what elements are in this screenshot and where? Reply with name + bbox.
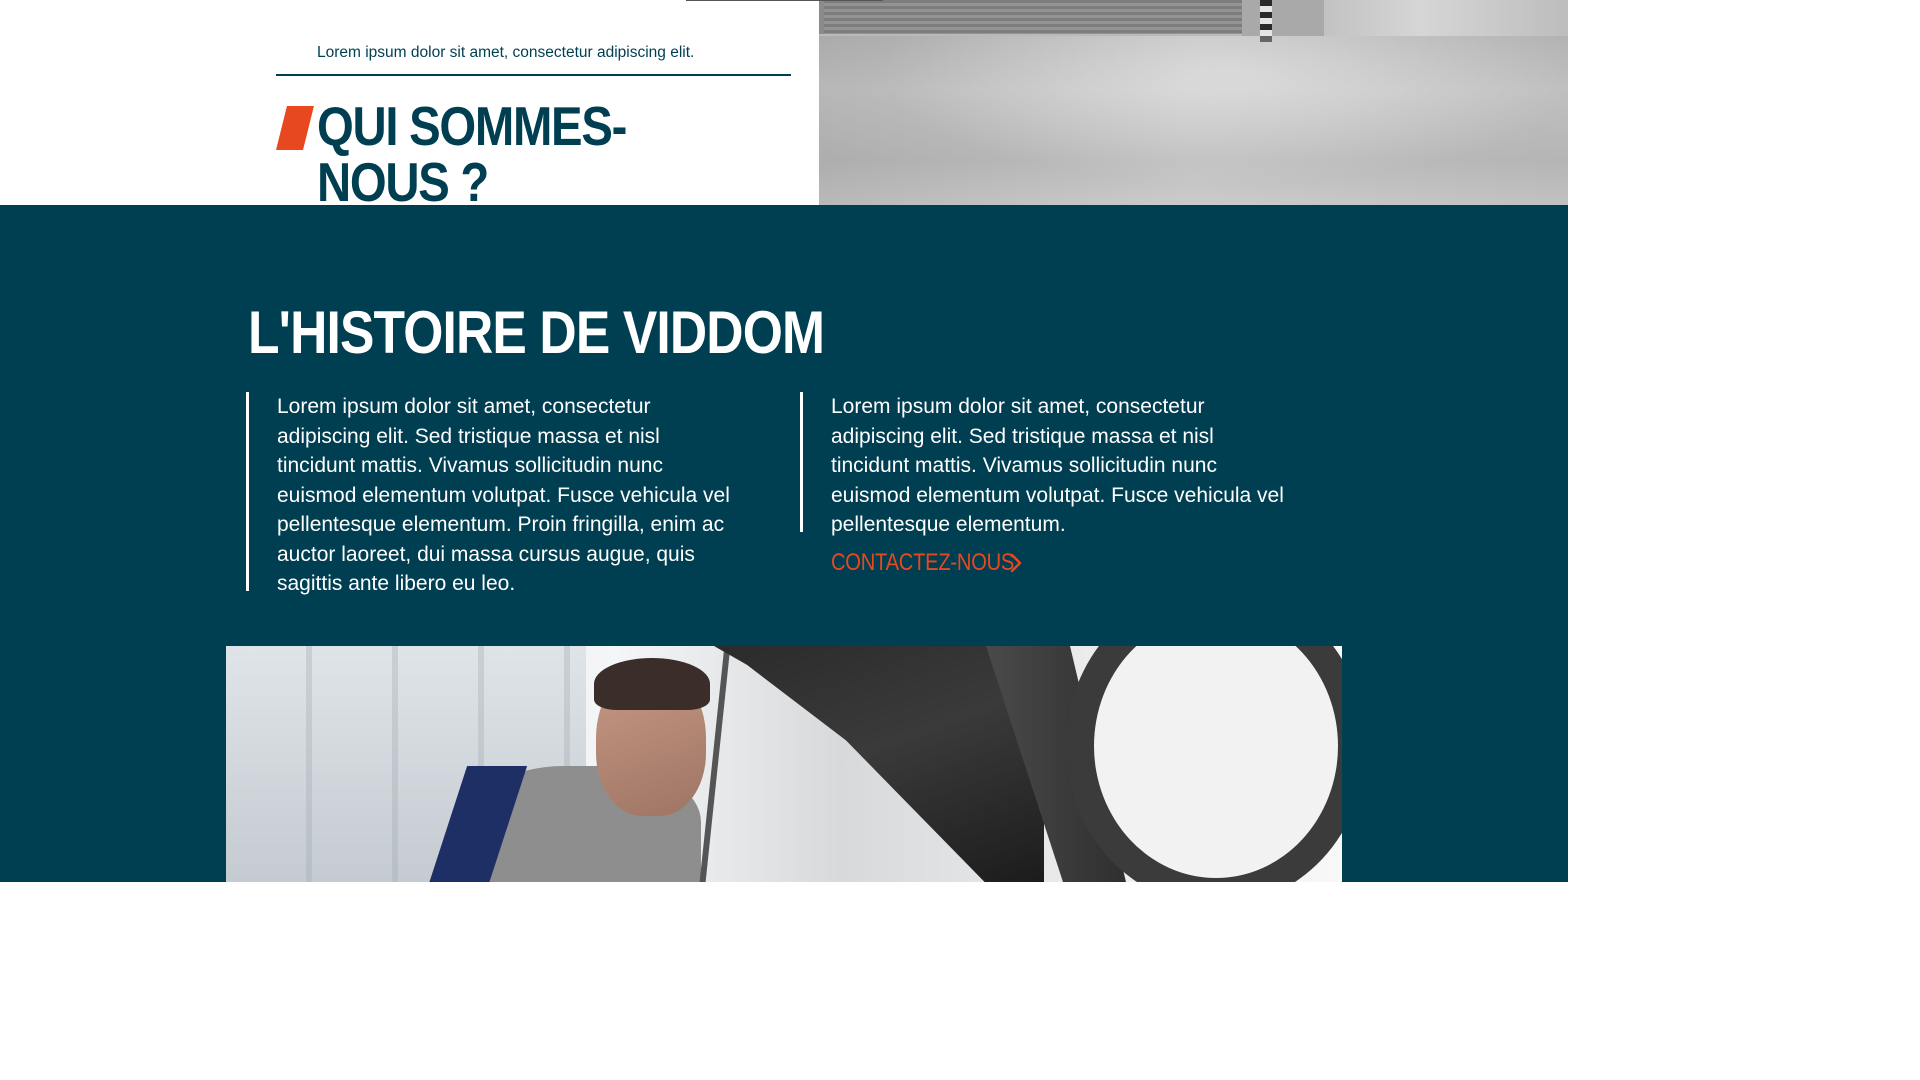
hero-section: Lorem ipsum dolor sit amet, consectetur … bbox=[0, 0, 1568, 205]
story-paragraph-left: Lorem ipsum dolor sit amet, consectetur … bbox=[277, 395, 730, 595]
mechanic-photo bbox=[226, 646, 1342, 882]
wheel-arch-shape bbox=[1066, 646, 1342, 882]
hero-divider bbox=[276, 74, 791, 76]
story-paragraph-right: Lorem ipsum dolor sit amet, consectetur … bbox=[831, 395, 1284, 536]
story-column-right: Lorem ipsum dolor sit amet, consectetur … bbox=[800, 392, 1286, 536]
contact-link[interactable]: CONTACTEZ-NOUS bbox=[831, 549, 1023, 577]
slash-accent-icon bbox=[276, 106, 314, 150]
hero-tagline: Lorem ipsum dolor sit amet, consectetur … bbox=[317, 44, 695, 61]
floor-shape bbox=[819, 36, 1568, 205]
garage-door-shape bbox=[824, 0, 1242, 34]
page-title: QUI SOMMES- NOUS ? bbox=[317, 95, 627, 205]
car-hood-shape bbox=[714, 646, 1044, 882]
garage-photo bbox=[819, 0, 1568, 205]
story-section: L'HISTOIRE DE VIDDOM Lorem ipsum dolor s… bbox=[0, 205, 1568, 882]
wall-shape bbox=[1324, 0, 1568, 36]
story-heading: L'HISTOIRE DE VIDDOM bbox=[248, 299, 825, 366]
mechanic-hair-shape bbox=[594, 658, 710, 710]
story-column-left: Lorem ipsum dolor sit amet, consectetur … bbox=[246, 392, 732, 595]
pillar-shape bbox=[1242, 0, 1324, 36]
top-edge-line bbox=[686, 0, 883, 1]
contact-link-label: CONTACTEZ-NOUS bbox=[831, 549, 1015, 576]
